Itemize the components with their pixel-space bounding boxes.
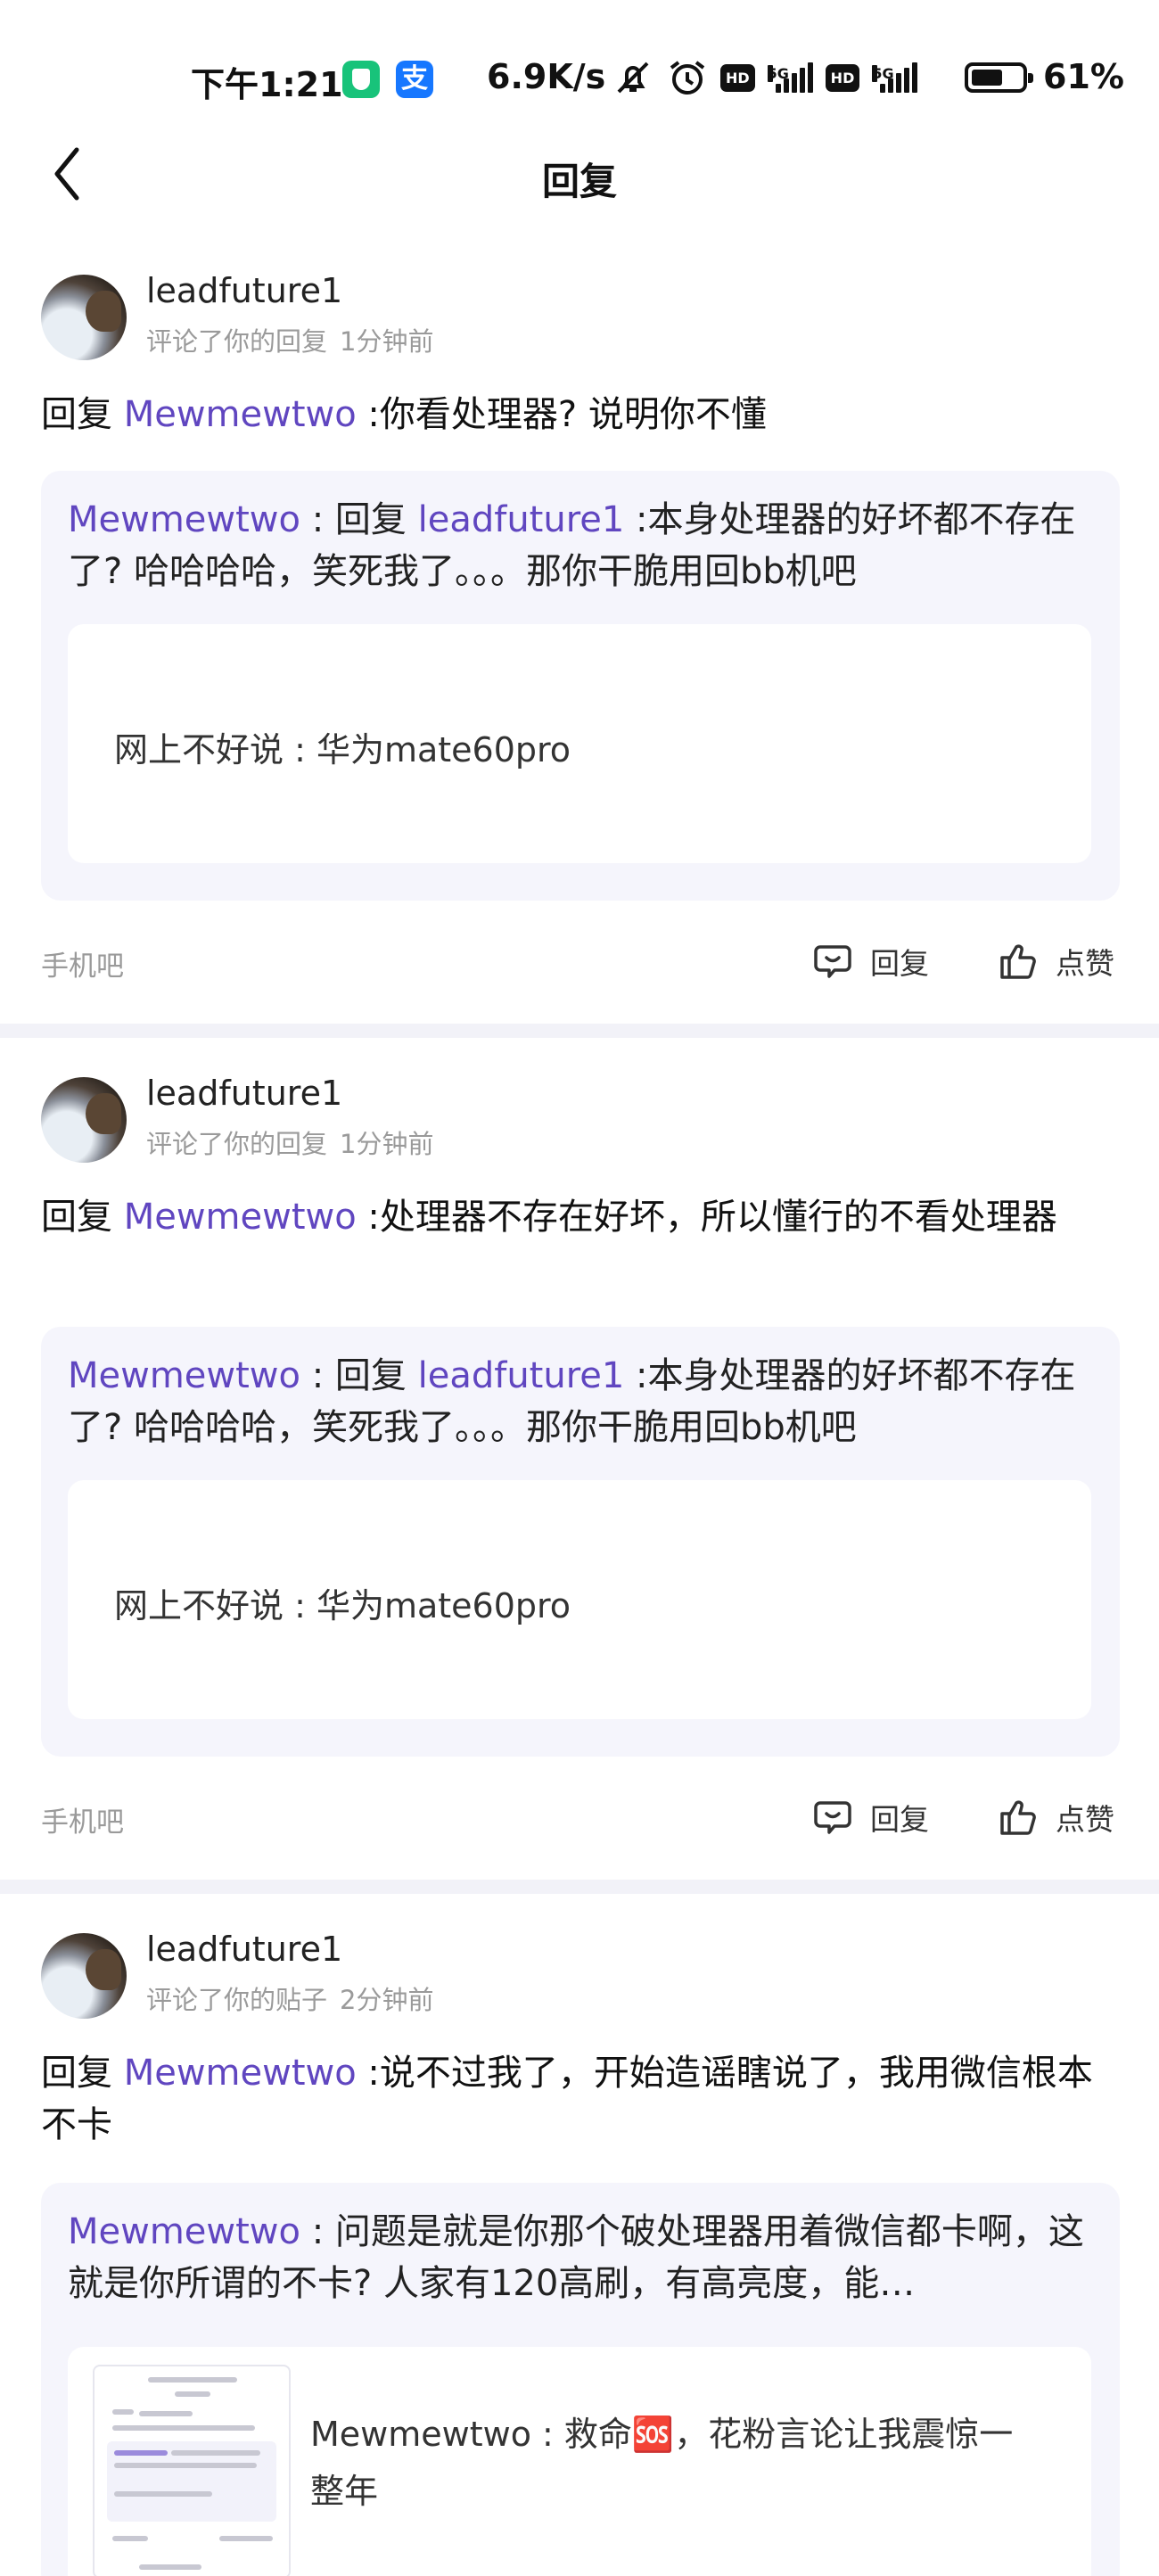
comment-text[interactable]: 回复 Mewmewtwo :处理器不存在好坏，所以懂行的不看处理器 (41, 1191, 1123, 1243)
reply-prefix: 回复 (41, 1197, 112, 1238)
action-text: 评论了你的回复 (146, 1129, 328, 1159)
status-icons: HD 5G HD 5G (612, 55, 918, 100)
like-button[interactable]: 点赞 (997, 1790, 1114, 1844)
status-bar: 下午1:21 支 6.9K/s HD 5G HD 5G 61% (0, 0, 1159, 152)
avatar[interactable] (41, 1077, 127, 1163)
hd-icon: HD (720, 63, 755, 92)
original-post-box[interactable]: Mewmewtwo : 救命🆘，花粉言论让我震惊一整年 (68, 2347, 1091, 2576)
alipay-icon: 支 (396, 61, 433, 98)
original-post-text: 网上不好说 : 华为mate60pro (114, 1586, 571, 1625)
reply-prefix: 回复 (41, 2053, 112, 2094)
thumbs-up-icon (1000, 944, 1036, 979)
quote-separator: : (300, 2211, 335, 2252)
timestamp: 1分钟前 (340, 1129, 434, 1159)
original-post-box[interactable]: 网上不好说 : 华为mate60pro (68, 1480, 1091, 1719)
timestamp: 2分钟前 (340, 1985, 434, 2015)
5g-signal-icon: 5G (872, 62, 918, 93)
reply-prefix: 回复 (41, 394, 112, 435)
quote-text: Mewmewtwo : 回复 leadfuture1 :本身处理器的好坏都不存在… (68, 1350, 1093, 1453)
screenshot-thumbnail[interactable] (93, 2365, 291, 2576)
meta-line: 评论了你的贴子 2分钟前 (146, 1979, 433, 2017)
quoted-reply[interactable]: Mewmewtwo : 问题是就是你那个破处理器用着微信都卡啊，这就是你所谓的不… (41, 2183, 1120, 2576)
quoted-reply[interactable]: Mewmewtwo : 回复 leadfuture1 :本身处理器的好坏都不存在… (41, 471, 1120, 901)
mention-link[interactable]: Mewmewtwo (124, 1197, 357, 1238)
forum-name[interactable]: 手机吧 (41, 1799, 124, 1839)
5g-signal-icon: 5G (767, 62, 813, 93)
username[interactable]: leadfuture1 (146, 1930, 342, 1969)
shield-app-icon (342, 61, 380, 98)
battery-icon (965, 62, 1033, 93)
thumbs-up-icon (1000, 1800, 1036, 1835)
mention-link[interactable]: Mewmewtwo (124, 2053, 357, 2094)
quote-separator: : 回复 (300, 1355, 418, 1396)
notification-item: leadfuture1 评论了你的回复 1分钟前 回复 Mewmewtwo :处理… (0, 1061, 1159, 1839)
meta-line: 评论了你的回复 1分钟前 (146, 321, 433, 358)
quote-mention[interactable]: leadfuture1 (418, 499, 625, 540)
5g-label: 5G (767, 65, 789, 82)
divider (0, 1880, 1159, 1894)
quote-author[interactable]: Mewmewtwo (68, 499, 300, 540)
battery-percent: 61% (1043, 57, 1124, 96)
action-text: 评论了你的回复 (146, 326, 328, 357)
mention-link[interactable]: Mewmewtwo (124, 394, 357, 435)
reply-button[interactable]: 回复 (811, 934, 929, 988)
quote-separator: : 回复 (300, 499, 418, 540)
like-label: 点赞 (1056, 1802, 1114, 1837)
page-title: 回复 (541, 160, 617, 203)
reply-label: 回复 (870, 1802, 929, 1837)
comment-bubble-icon (814, 945, 851, 978)
like-button[interactable]: 点赞 (997, 934, 1114, 988)
forum-name[interactable]: 手机吧 (41, 943, 124, 983)
username[interactable]: leadfuture1 (146, 271, 342, 310)
network-speed: 6.9K/s (487, 57, 606, 96)
reply-label: 回复 (870, 946, 929, 981)
mute-icon (617, 62, 649, 94)
avatar[interactable] (41, 275, 127, 360)
5g-label: 5G (872, 65, 894, 82)
quote-text: Mewmewtwo : 问题是就是你那个破处理器用着微信都卡啊，这就是你所谓的不… (68, 2206, 1093, 2309)
header: 回复 (0, 134, 1159, 214)
item-footer: 手机吧 回复 点赞 (0, 934, 1159, 988)
item-footer: 手机吧 回复 点赞 (0, 1790, 1159, 1844)
meta-line: 评论了你的回复 1分钟前 (146, 1123, 433, 1161)
original-post-box[interactable]: 网上不好说 : 华为mate60pro (68, 624, 1091, 863)
status-time: 下午1:21 (191, 65, 343, 104)
quote-text: Mewmewtwo : 回复 leadfuture1 :本身处理器的好坏都不存在… (68, 494, 1093, 597)
comment-body: :你看处理器? 说明你不懂 (356, 394, 767, 435)
action-text: 评论了你的贴子 (146, 1985, 328, 2015)
notification-item: leadfuture1 评论了你的回复 1分钟前 回复 Mewmewtwo :你看… (0, 259, 1159, 1025)
comment-text[interactable]: 回复 Mewmewtwo :你看处理器? 说明你不懂 (41, 389, 1123, 440)
timestamp: 1分钟前 (340, 326, 434, 357)
quote-mention[interactable]: leadfuture1 (418, 1355, 625, 1396)
like-label: 点赞 (1056, 946, 1114, 981)
comment-body: :处理器不存在好坏，所以懂行的不看处理器 (356, 1197, 1057, 1238)
quote-author[interactable]: Mewmewtwo (68, 1355, 300, 1396)
username[interactable]: leadfuture1 (146, 1074, 342, 1113)
hd-icon: HD (825, 63, 860, 92)
quote-author[interactable]: Mewmewtwo (68, 2211, 300, 2252)
quoted-reply[interactable]: Mewmewtwo : 回复 leadfuture1 :本身处理器的好坏都不存在… (41, 1327, 1120, 1757)
original-post-text: Mewmewtwo : 救命🆘，花粉言论让我震惊一整年 (310, 2415, 1014, 2511)
notification-item: leadfuture1 评论了你的贴子 2分钟前 回复 Mewmewtwo :说不… (0, 1917, 1159, 2576)
alarm-icon (670, 61, 705, 95)
comment-text[interactable]: 回复 Mewmewtwo :说不过我了，开始造谣瞎说了，我用微信根本不卡 (41, 2047, 1123, 2151)
comment-bubble-icon (814, 1801, 851, 1834)
reply-button[interactable]: 回复 (811, 1790, 929, 1844)
original-post-text: 网上不好说 : 华为mate60pro (114, 730, 571, 770)
divider (0, 1024, 1159, 1038)
avatar[interactable] (41, 1933, 127, 2019)
